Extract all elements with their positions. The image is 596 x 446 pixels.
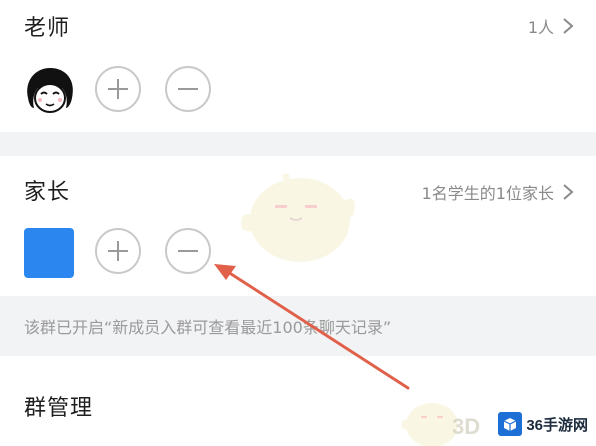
plus-icon bbox=[108, 79, 128, 99]
add-teacher-button[interactable] bbox=[95, 66, 141, 112]
group-manage-title: 群管理 bbox=[24, 396, 94, 421]
minus-icon bbox=[178, 88, 198, 90]
cartoon-face-icon bbox=[27, 68, 73, 113]
add-parent-button[interactable] bbox=[95, 228, 141, 274]
brand-text: 36手游网 bbox=[526, 416, 588, 434]
teacher-count-row[interactable]: 1人 bbox=[528, 14, 574, 38]
history-notice-text: 该群已开启“新成员入群可查看最近100条聊天记录” bbox=[24, 318, 392, 337]
teacher-avatar[interactable] bbox=[22, 64, 78, 116]
brand-logo-icon bbox=[498, 412, 523, 436]
parent-section: 家长 1名学生的1位家长 bbox=[0, 156, 596, 296]
chevron-right-icon bbox=[563, 18, 574, 34]
minus-icon bbox=[178, 250, 198, 252]
chevron-right-icon bbox=[563, 184, 574, 200]
parent-avatar[interactable] bbox=[24, 228, 74, 278]
parent-section-title: 家长 bbox=[24, 180, 71, 205]
teacher-count-label: 1人 bbox=[527, 18, 554, 37]
remove-teacher-button[interactable] bbox=[165, 66, 211, 112]
watermark-faint-text: 3D bbox=[452, 414, 481, 439]
teacher-section: 老师 1人 bbox=[0, 0, 596, 132]
site-watermark-badge: 36手游网 bbox=[498, 412, 588, 436]
teacher-section-title: 老师 bbox=[24, 16, 71, 41]
parent-summary-row[interactable]: 1名学生的1位家长 bbox=[422, 180, 574, 204]
parent-summary-label: 1名学生的1位家长 bbox=[421, 184, 554, 203]
section-divider bbox=[0, 132, 596, 156]
remove-parent-button[interactable] bbox=[165, 228, 211, 274]
plus-icon bbox=[108, 241, 128, 261]
history-notice: 该群已开启“新成员入群可查看最近100条聊天记录” bbox=[0, 296, 596, 356]
